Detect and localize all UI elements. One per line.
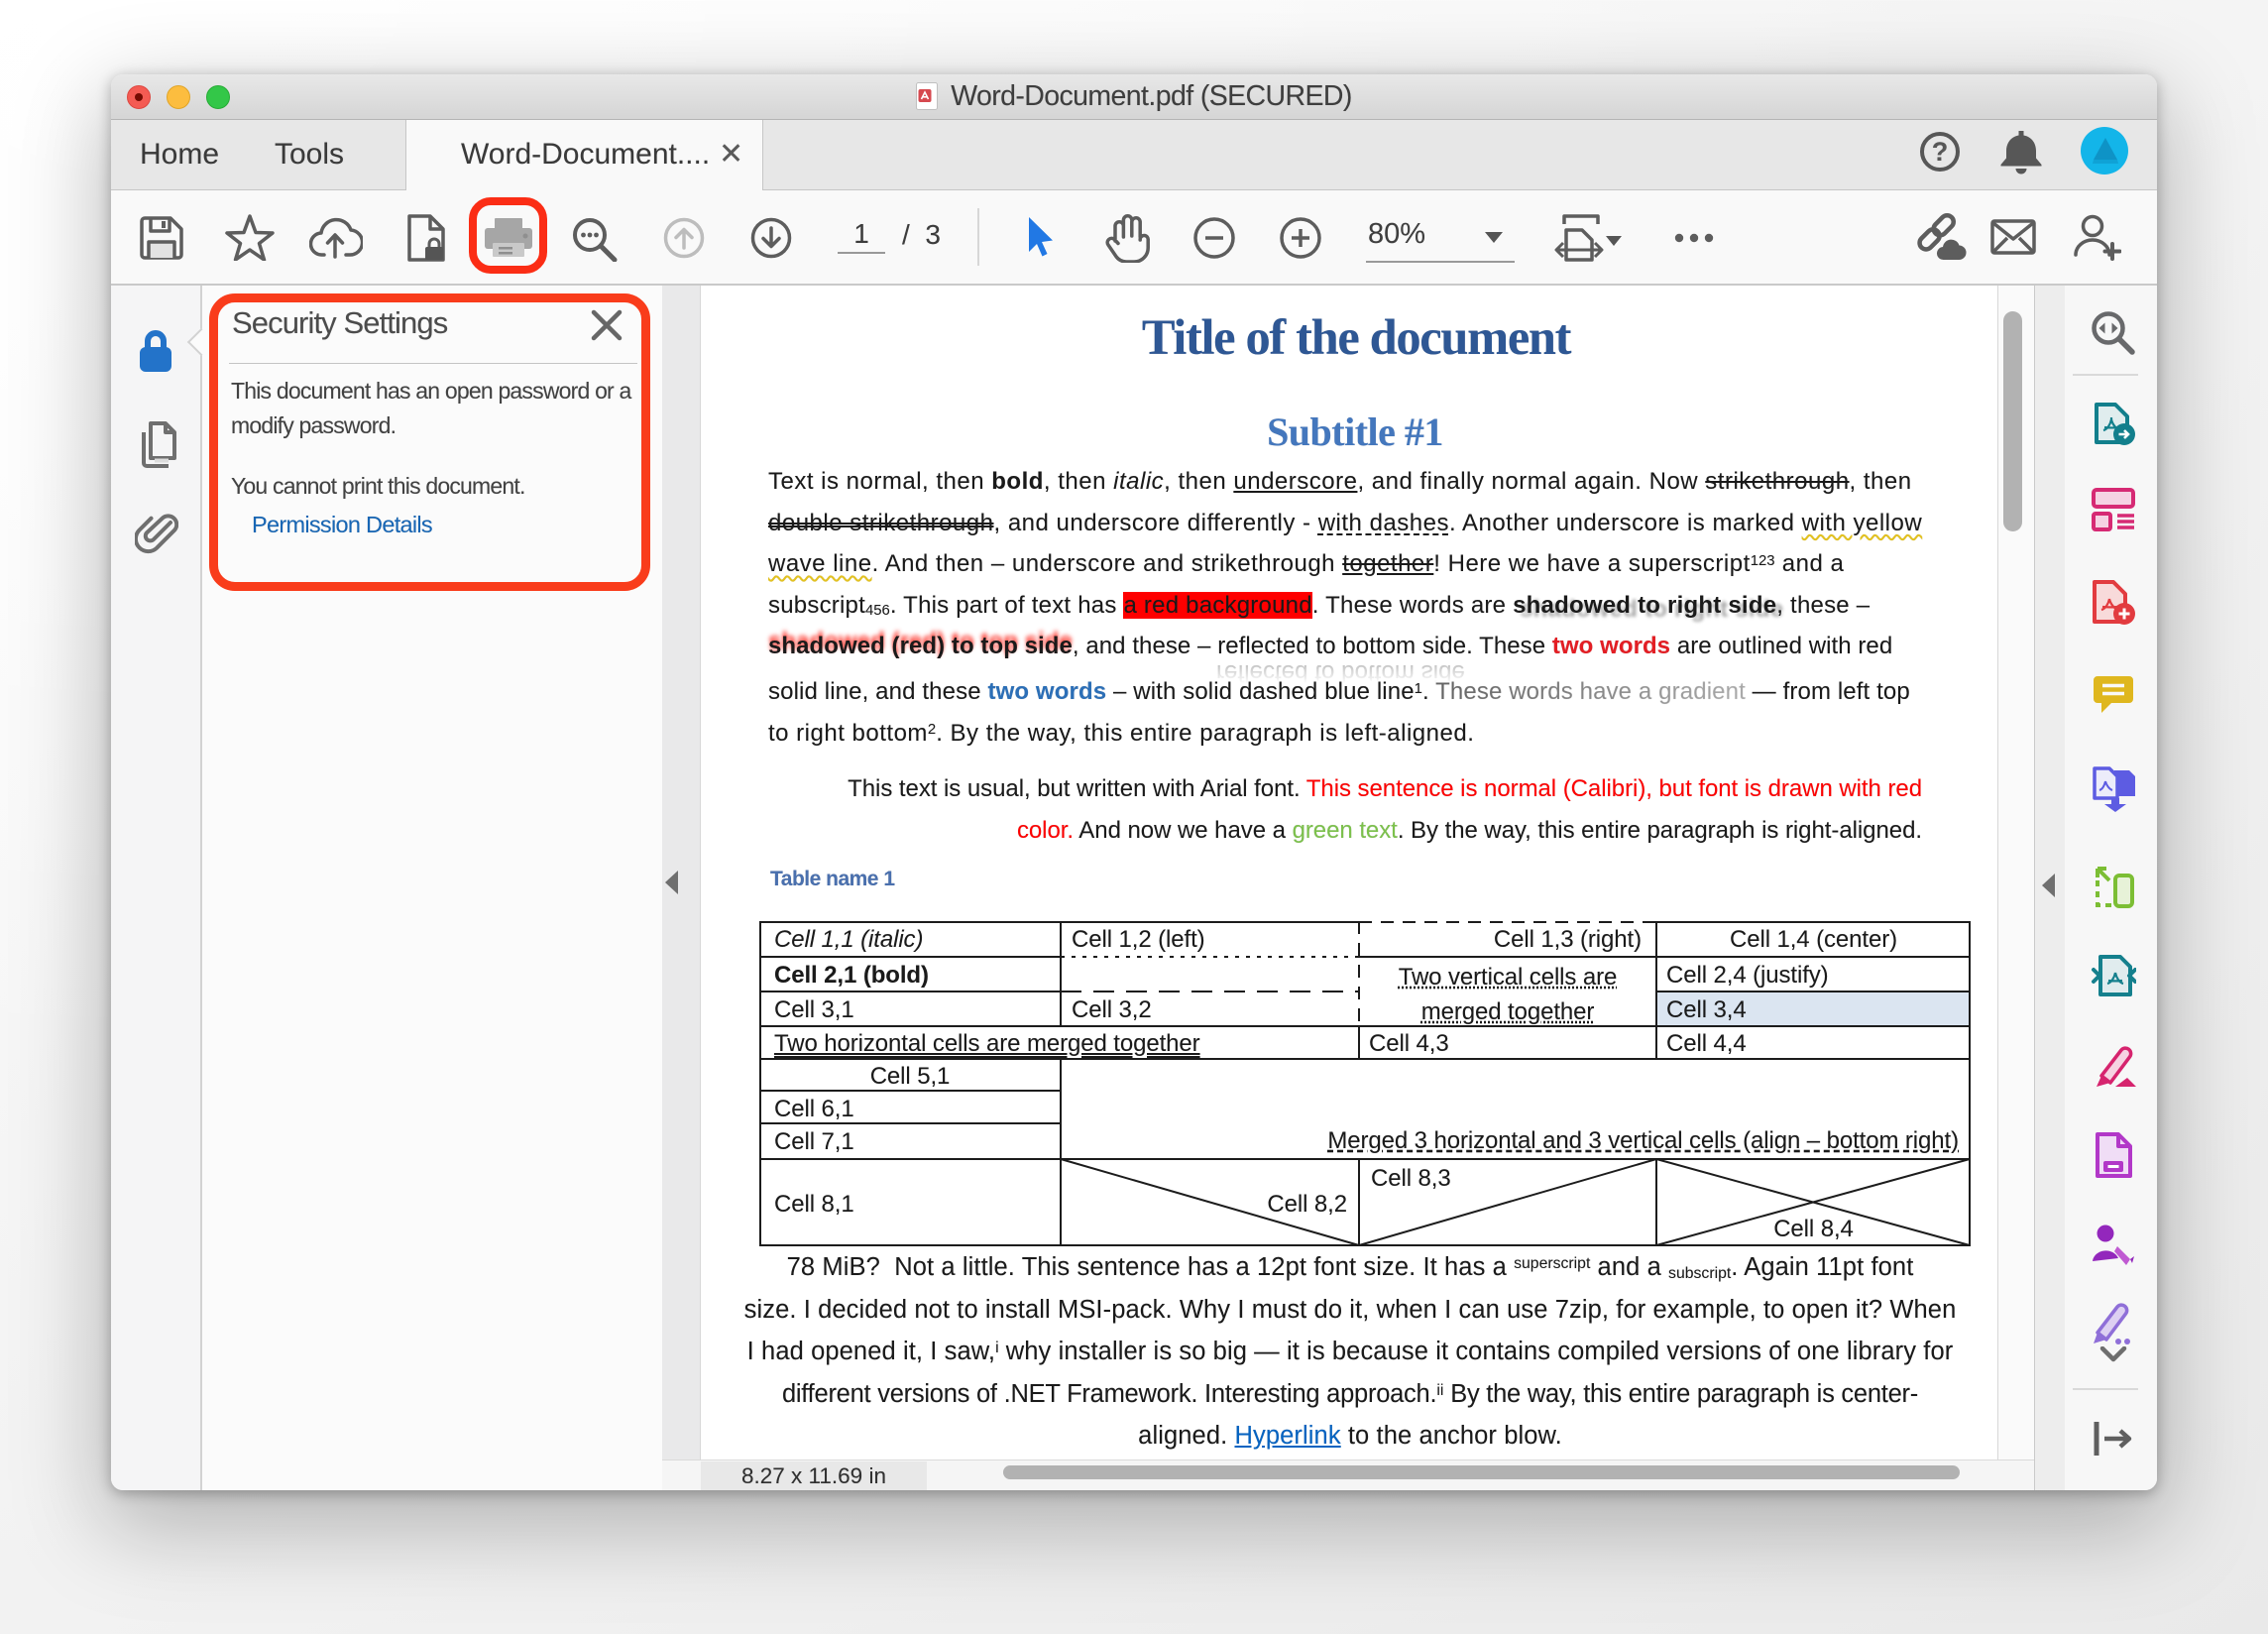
svg-text:?: ? — [1932, 137, 1949, 167]
